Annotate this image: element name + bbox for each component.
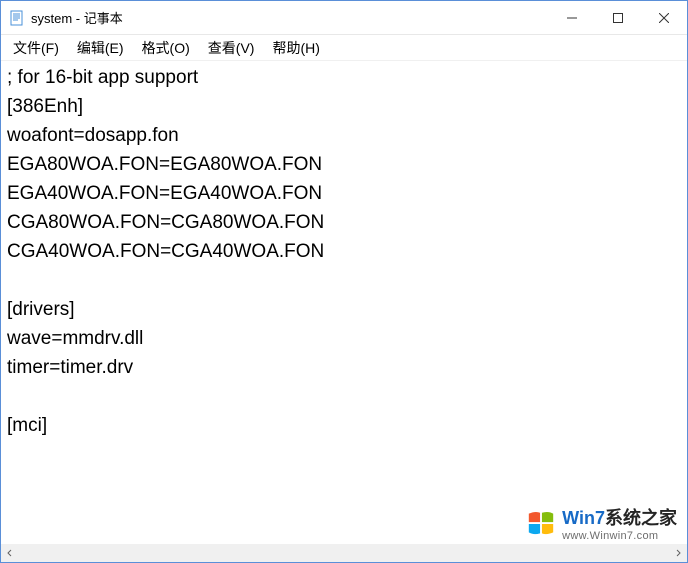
scroll-right-button[interactable] <box>669 544 687 562</box>
maximize-button[interactable] <box>595 1 641 35</box>
text-content[interactable]: ; for 16-bit app support [386Enh] woafon… <box>1 61 687 544</box>
maximize-icon <box>613 13 623 23</box>
close-button[interactable] <box>641 1 687 35</box>
menu-help[interactable]: 帮助(H) <box>264 36 327 60</box>
notepad-icon <box>9 10 25 26</box>
chevron-left-icon <box>6 549 14 557</box>
menu-format[interactable]: 格式(O) <box>134 36 198 60</box>
scroll-left-button[interactable] <box>1 544 19 562</box>
horizontal-scrollbar[interactable] <box>1 544 687 562</box>
notepad-window: system - 记事本 文件(F) 编辑(E) 格式(O) 查看(V) 帮助(… <box>0 0 688 563</box>
editor-area: ; for 16-bit app support [386Enh] woafon… <box>1 61 687 562</box>
titlebar: system - 记事本 <box>1 1 687 35</box>
close-icon <box>659 13 669 23</box>
menu-edit[interactable]: 编辑(E) <box>69 36 132 60</box>
minimize-button[interactable] <box>549 1 595 35</box>
menu-file[interactable]: 文件(F) <box>5 36 67 60</box>
window-title: system - 记事本 <box>31 8 123 27</box>
menubar: 文件(F) 编辑(E) 格式(O) 查看(V) 帮助(H) <box>1 35 687 61</box>
minimize-icon <box>567 13 577 23</box>
chevron-right-icon <box>674 549 682 557</box>
menu-view[interactable]: 查看(V) <box>200 36 263 60</box>
